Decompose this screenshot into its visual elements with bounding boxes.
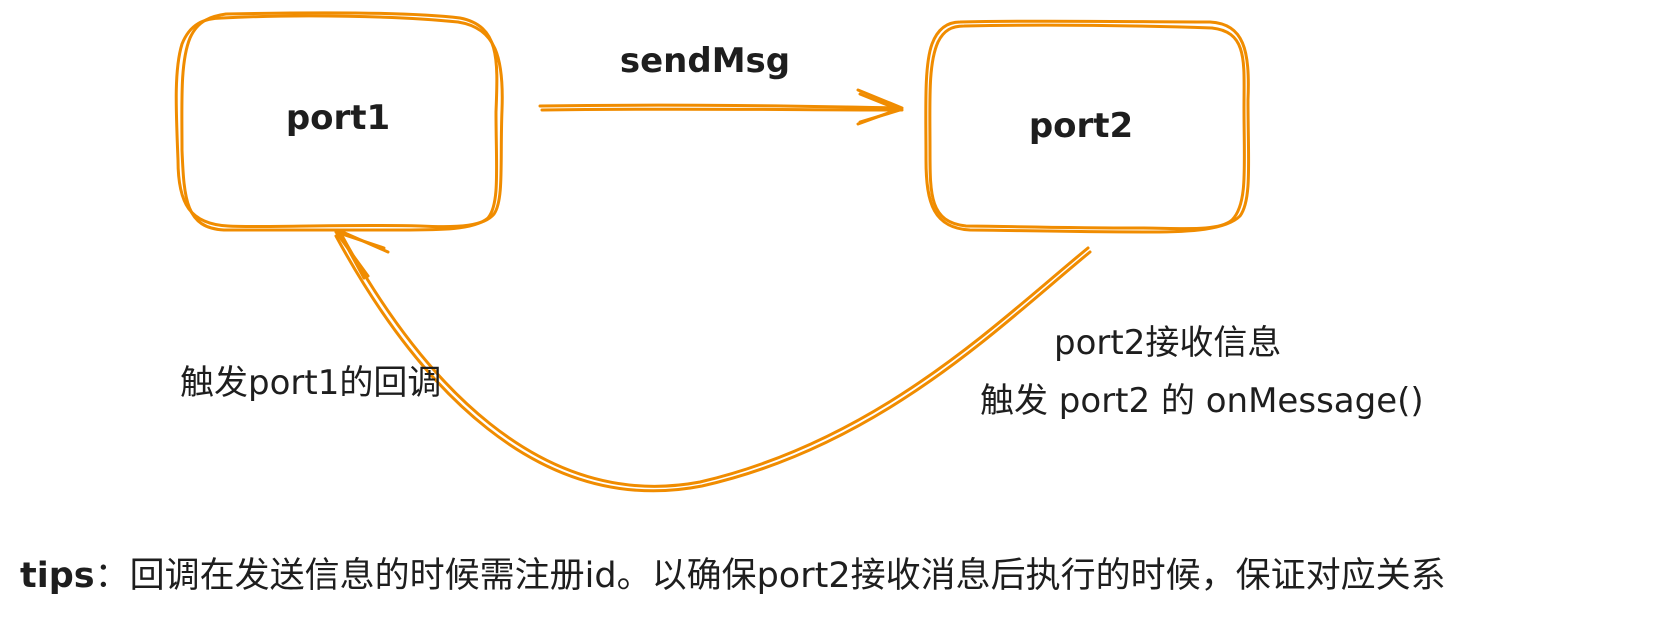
tips-separator: ：: [94, 556, 130, 596]
send-arrow-shaft: [538, 103, 902, 110]
receive-annotation: port2接收信息 触发 port2 的 onMessage(): [980, 323, 1424, 421]
tips-text: 回调在发送信息的时候需注册id。以确保port2接收消息后执行的时候，保证对应关…: [129, 556, 1446, 596]
receive-annotation-line2: 触发 port2 的 onMessage(): [980, 381, 1424, 421]
port1-label: port1: [286, 98, 390, 138]
send-arrow-shaft-2: [540, 107, 904, 112]
callback-arrow-label: 触发port1的回调: [180, 363, 441, 403]
callback-arrow-curve-2: [334, 234, 1092, 493]
tips-note: tips：回调在发送信息的时候需注册id。以确保port2接收消息后执行的时候，…: [20, 554, 1446, 598]
receive-annotation-line1: port2接收信息: [1054, 323, 1281, 363]
port2-label: port2: [1029, 106, 1133, 146]
callback-arrow-curve: [338, 230, 1090, 488]
port2-node[interactable]: port2: [924, 19, 1251, 234]
send-arrow-label: sendMsg: [620, 41, 790, 81]
send-arrow: sendMsg: [538, 41, 904, 126]
callback-arrow: 触发port1的回调: [180, 228, 1092, 493]
diagram-canvas: port1 port2 sendMsg 触发port1的回调 port2接收信息…: [174, 11, 1424, 493]
port1-node[interactable]: port1: [174, 11, 504, 232]
tips-prefix: tips: [20, 556, 95, 596]
